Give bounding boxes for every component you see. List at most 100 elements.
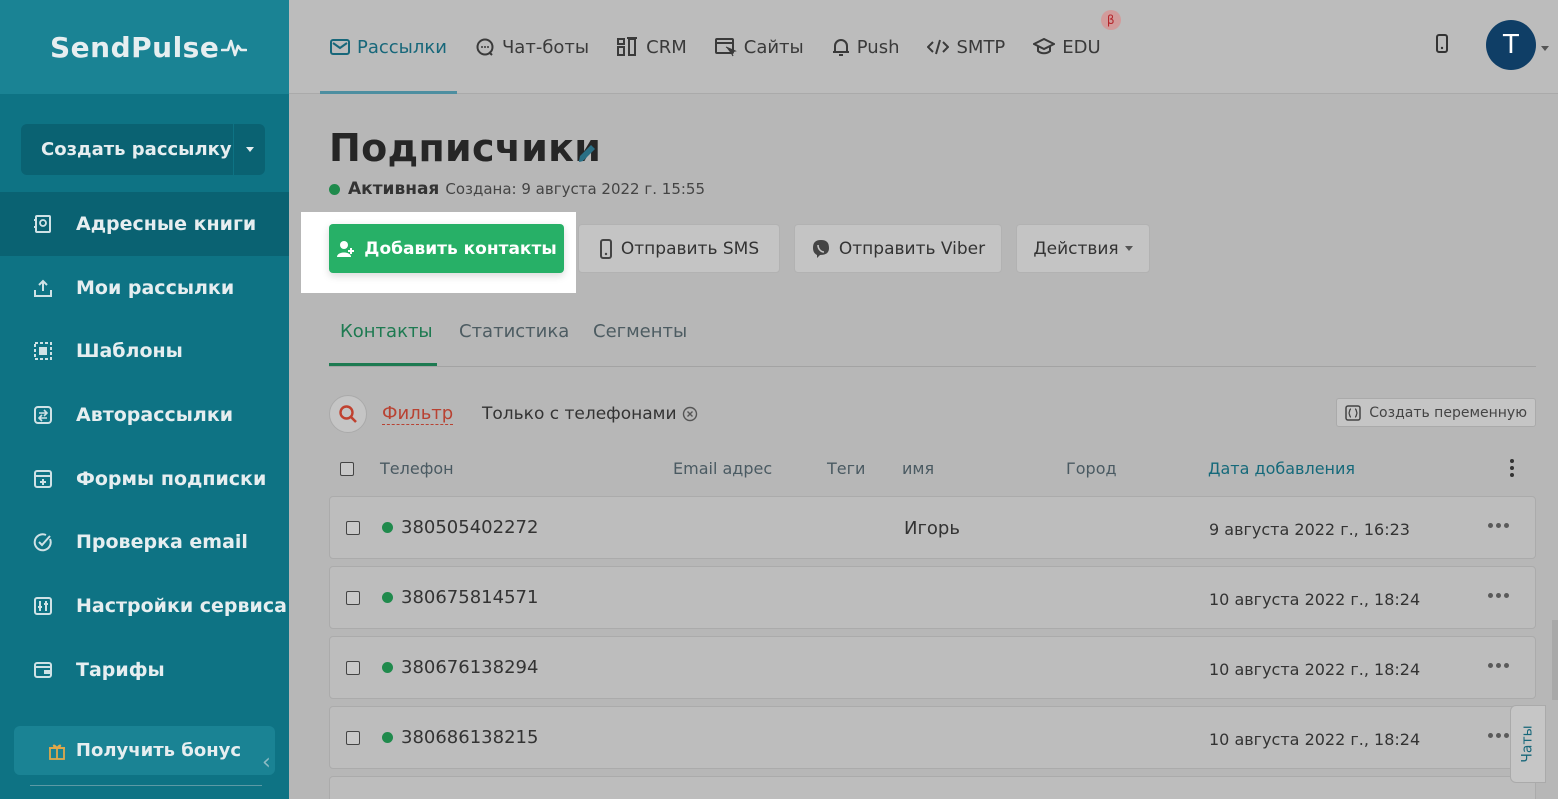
table-row[interactable]: [329, 776, 1536, 799]
chat-icon: [476, 38, 494, 56]
select-all-checkbox[interactable]: [340, 462, 354, 476]
row-checkbox[interactable]: [346, 661, 360, 675]
tab-label: Чат-боты: [501, 36, 590, 58]
more-options-icon[interactable]: [1485, 523, 1509, 528]
sidebar-item-label: Мои рассылки: [76, 276, 235, 299]
more-options-icon[interactable]: [1485, 593, 1509, 598]
pencil-icon[interactable]: [576, 142, 598, 164]
main-content: Подписчики Активная Создана: 9 августа 2…: [289, 95, 1558, 799]
sidebar-item-forms[interactable]: Формы подписки: [0, 447, 289, 511]
create-campaign-button[interactable]: Создать рассылку: [21, 124, 265, 175]
send-viber-label: Отправить Viber: [838, 238, 986, 259]
tab-crm[interactable]: CRM: [617, 0, 687, 94]
table-row[interactable]: 380686138215 10 августа 2022 г., 18:24: [329, 706, 1536, 769]
tab-label: SMTP: [956, 36, 1006, 58]
product-nav: Рассылки Чат-боты CRM Сайты Push SMTP ED…: [320, 0, 1129, 94]
chats-tab[interactable]: Чаты: [1510, 705, 1546, 783]
sidebar-item-label: Шаблоны: [76, 340, 183, 363]
tab-label: EDU: [1062, 36, 1101, 58]
phone-value: 380505402272: [401, 517, 539, 538]
tab-push[interactable]: Push: [832, 0, 899, 94]
sidebar-item-label: Настройки сервиса: [76, 594, 287, 617]
bell-icon: [832, 39, 849, 56]
mail-icon: [330, 39, 350, 55]
sidebar-item-label: Проверка email: [76, 531, 248, 554]
filter-chip: Только с телефонами: [482, 404, 698, 424]
tab-campaigns[interactable]: Рассылки: [320, 0, 457, 94]
send-viber-button[interactable]: Отправить Viber: [794, 224, 1002, 273]
add-contacts-button[interactable]: Добавить контакты: [329, 224, 564, 273]
status-dot: [382, 522, 393, 533]
column-settings-icon[interactable]: [1510, 459, 1514, 480]
tab-statistics[interactable]: Статистика: [459, 321, 569, 342]
sidebar-item-automations[interactable]: Авторассылки: [0, 383, 289, 447]
sidebar-item-label: Формы подписки: [76, 467, 267, 490]
logo[interactable]: SendPulse: [0, 0, 289, 94]
column-date-added[interactable]: Дата добавления: [1208, 459, 1355, 478]
column-email[interactable]: Email адрес: [673, 459, 772, 478]
tab-sites[interactable]: Сайты: [714, 0, 804, 94]
row-checkbox[interactable]: [346, 591, 360, 605]
upload-icon: [32, 277, 54, 299]
column-name[interactable]: имя: [902, 459, 934, 478]
pulse-icon: [221, 39, 248, 57]
filter-link[interactable]: Фильтр: [382, 403, 454, 425]
row-date: 9 августа 2022 г., 16:23: [1209, 520, 1410, 539]
table-row[interactable]: 380505402272 Игорь 9 августа 2022 г., 16…: [329, 496, 1536, 559]
send-sms-button[interactable]: Отправить SMS: [578, 224, 780, 273]
add-contacts-label: Добавить контакты: [364, 238, 557, 259]
collapse-sidebar-icon[interactable]: ‹: [262, 750, 271, 775]
add-user-icon: [337, 240, 355, 257]
actions-dropdown[interactable]: Действия: [1016, 224, 1150, 273]
tab-edu[interactable]: EDU β: [1033, 0, 1121, 94]
create-variable-button[interactable]: Создать переменную: [1336, 398, 1536, 427]
tab-contacts[interactable]: Контакты: [340, 321, 433, 342]
column-phone[interactable]: Телефон: [380, 459, 454, 478]
scrollbar[interactable]: [1552, 620, 1558, 700]
logo-text: SendPulse: [50, 30, 220, 64]
sidebar-item-address-books[interactable]: Адресные книги: [0, 192, 289, 256]
row-checkbox[interactable]: [346, 521, 360, 535]
tab-label: Сайты: [743, 36, 804, 58]
tab-smtp[interactable]: SMTP: [927, 0, 1005, 94]
column-tags[interactable]: Теги: [827, 459, 865, 478]
more-options-icon[interactable]: [1485, 663, 1509, 668]
get-bonus-button[interactable]: Получить бонус: [14, 726, 275, 775]
row-phone: 380686138215: [382, 727, 538, 748]
sidebar-item-my-campaigns[interactable]: Мои рассылки: [0, 256, 289, 320]
close-circle-icon[interactable]: [682, 406, 698, 422]
phone-value: 380676138294: [401, 657, 539, 678]
sidebar-item-pricing[interactable]: Тарифы: [0, 638, 289, 702]
create-campaign-label: Создать рассылку: [41, 139, 232, 160]
sidebar-item-label: Адресные книги: [76, 212, 257, 235]
avatar[interactable]: T: [1486, 20, 1536, 70]
row-name: Игорь: [904, 518, 960, 539]
get-bonus-label: Получить бонус: [75, 740, 242, 761]
sidebar-item-templates[interactable]: Шаблоны: [0, 319, 289, 383]
tab-chatbots[interactable]: Чат-боты: [475, 0, 589, 94]
tab-label: Рассылки: [357, 36, 447, 58]
tabs: Контакты Статистика Сегменты: [329, 307, 1536, 367]
status-dot: [382, 592, 393, 603]
table-row[interactable]: 380676138294 10 августа 2022 г., 18:24: [329, 636, 1536, 699]
column-city[interactable]: Город: [1066, 459, 1117, 478]
row-date: 10 августа 2022 г., 18:24: [1209, 660, 1421, 679]
active-tab-indicator: [329, 363, 437, 366]
more-options-icon[interactable]: [1485, 733, 1509, 738]
gift-icon: [48, 744, 65, 760]
mobile-icon[interactable]: [1435, 33, 1449, 55]
variable-icon: [1345, 404, 1362, 421]
create-campaign-dropdown[interactable]: [234, 147, 265, 152]
wallet-icon: [32, 659, 54, 681]
sidebar-item-service-settings[interactable]: Настройки сервиса: [0, 574, 289, 638]
send-sms-label: Отправить SMS: [620, 238, 760, 259]
template-icon: [32, 340, 54, 362]
table-row[interactable]: 380675814571 10 августа 2022 г., 18:24: [329, 566, 1536, 629]
search-button[interactable]: [329, 395, 367, 433]
sidebar-item-email-verification[interactable]: Проверка email: [0, 510, 289, 574]
divider: [30, 785, 262, 786]
row-checkbox[interactable]: [346, 731, 360, 745]
status-line: Активная Создана: 9 августа 2022 г. 15:5…: [329, 179, 705, 199]
tab-segments[interactable]: Сегменты: [593, 321, 687, 342]
chevron-down-icon[interactable]: [1541, 46, 1549, 51]
